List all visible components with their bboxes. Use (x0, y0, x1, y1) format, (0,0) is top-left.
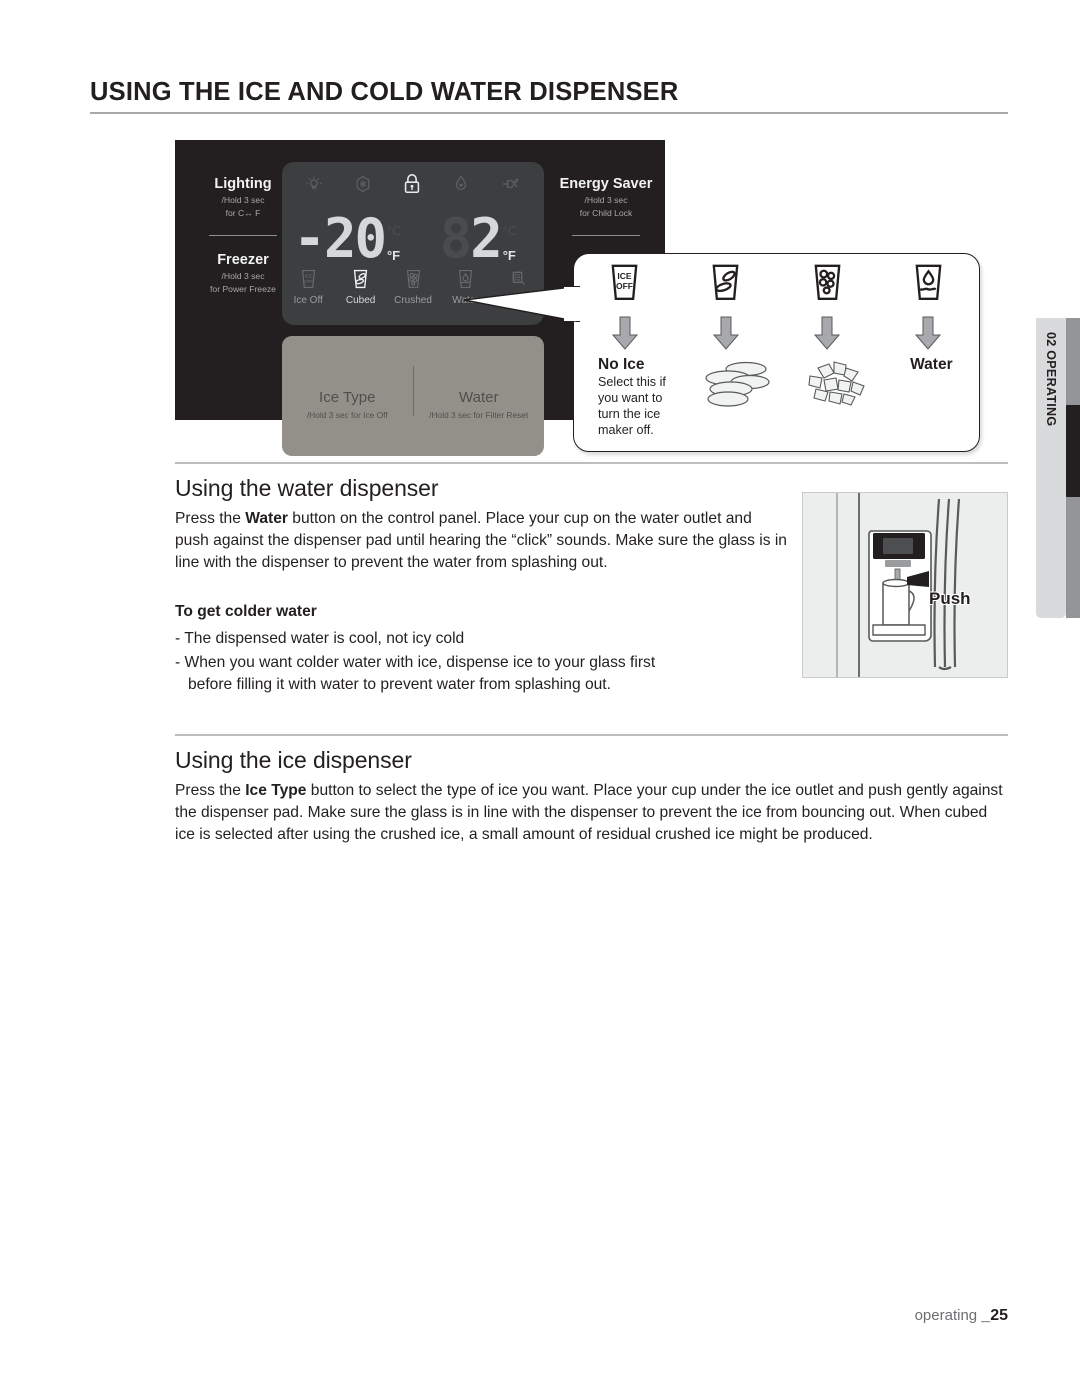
callout-result-crushed (789, 356, 884, 448)
energy-saver-sub-line2: for Child Lock (579, 208, 633, 219)
ice-type-callout: ICE OFF No Ice Select this if you want t… (573, 253, 980, 452)
energy-saver-label: Energy Saver (559, 176, 653, 192)
callout-col-water-icon (878, 262, 979, 314)
callout-arrow-row (574, 316, 979, 356)
arrow-down-icon (878, 316, 979, 356)
freezer-sub-line2: for Power Freeze (210, 283, 276, 294)
fridge-temperature: 8 2 °C °F (413, 202, 544, 270)
cubed-ice-icon (705, 361, 770, 407)
callout-col-cubed-icon (675, 262, 776, 314)
pad-water-sub: /Hold 3 sec for Filter Reset (429, 409, 529, 420)
svg-text:ICE: ICE (618, 271, 633, 281)
power-freeze-icon (353, 174, 373, 199)
water-result-title: Water (910, 356, 953, 373)
section-tab-label: 02 OPERATING (1044, 332, 1058, 427)
freezer-temperature: - 20 °C °F (282, 202, 413, 270)
lcd-button-cubed[interactable]: Cubed (334, 266, 386, 322)
callout-result-no-ice: No Ice Select this if you want to turn t… (574, 356, 693, 448)
callout-col-no-ice-icon: ICE OFF (574, 262, 675, 314)
lighting-icon (304, 174, 324, 199)
fridge-unit-fahrenheit: °F (502, 248, 516, 263)
title-divider (90, 112, 1008, 115)
freezer-temp-units: °C °F (387, 224, 402, 264)
fridge-temp-value: 2 (470, 206, 502, 270)
page-header: USING THE ICE AND COLD WATER DISPENSER (90, 78, 1008, 115)
water-bullet-1: - The dispensed water is cool, not icy c… (175, 630, 465, 647)
glass-ice-off-icon: ICE OFF (300, 266, 317, 292)
callout-result-cubed (693, 356, 788, 448)
no-ice-body: Select this if you want to turn the ice … (598, 374, 666, 438)
fridge-unit-celsius: °C (502, 223, 518, 238)
pad-ice-type[interactable]: Ice Type /Hold 3 sec for Ice Off (282, 336, 413, 456)
pad-ice-type-label: Ice Type (319, 389, 376, 407)
freezer-sub-line1: /Hold 3 sec (221, 271, 265, 282)
no-ice-title: No Ice (598, 356, 645, 373)
callout-col-crushed-icon (777, 262, 878, 314)
lighting-label: Lighting (214, 176, 272, 192)
callout-icon-row: ICE OFF (574, 262, 979, 314)
water-sub-heading: To get colder water (175, 603, 317, 620)
svg-text:ICE: ICE (304, 273, 312, 278)
dispenser-illustration: Push (802, 492, 1008, 678)
lighting-sub-line1: /Hold 3 sec (221, 195, 265, 206)
ice-section-heading: Using the ice dispenser (175, 747, 412, 773)
glass-crushed-icon (405, 266, 422, 292)
footer-word: operating (914, 1307, 982, 1324)
section-tab-bar-active (1066, 405, 1080, 497)
lcd-temperature-row: - 20 °C °F 8 2 °C °F (282, 202, 544, 270)
freezer-temp-sign: - (293, 206, 325, 270)
lcd-button-label-ice-off: Ice Off (293, 295, 323, 306)
crushed-ice-icon (808, 361, 865, 406)
panel-left-divider (209, 234, 277, 236)
panel-left-labels: Lighting /Hold 3 sec for C↔ F Freezer /H… (191, 176, 295, 295)
freezer-unit-fahrenheit: °F (386, 248, 401, 263)
dispenser-pad: Ice Type /Hold 3 sec for Ice Off Water /… (282, 336, 544, 456)
page-footer: operating _25 (0, 1307, 1008, 1325)
arrow-down-icon (675, 316, 776, 356)
arrow-down-icon (777, 316, 878, 356)
lcd-button-ice-off[interactable]: ICE OFF Ice Off (282, 266, 334, 322)
child-lock-icon (401, 172, 423, 201)
lighting-sub-line2: for C↔ F (225, 208, 261, 219)
panel-right-labels: Energy Saver /Hold 3 sec for Child Lock (550, 176, 662, 236)
energy-saver-icon (500, 174, 522, 199)
svg-text:OFF: OFF (616, 281, 633, 291)
lcd-button-label-cubed: Cubed (345, 295, 376, 306)
lcd-button-crushed[interactable]: Crushed (387, 266, 439, 322)
water-bullet-2: - When you want colder water with ice, d… (175, 654, 656, 671)
page-title: USING THE ICE AND COLD WATER DISPENSER (90, 78, 679, 106)
water-section-paragraph: Press the Water button on the control pa… (175, 510, 787, 572)
section-tab: 02 OPERATING (1036, 318, 1066, 618)
fridge-temp-ghost-digit: 8 (439, 206, 472, 270)
callout-pointer (464, 286, 580, 322)
arrow-down-icon (574, 316, 675, 356)
footer-page-number: _25 (981, 1307, 1008, 1324)
lcd-button-label-crushed: Crushed (394, 295, 432, 306)
glass-cubed-icon (352, 266, 369, 292)
pad-water-label: Water (459, 389, 499, 407)
ice-section-divider (175, 734, 1008, 736)
freezer-unit-celsius: °C (386, 223, 402, 238)
fridge-temp-units: °C °F (503, 224, 518, 264)
water-section-heading: Using the water dispenser (175, 475, 439, 501)
callout-result-row: No Ice Select this if you want to turn t… (574, 356, 979, 448)
pad-water[interactable]: Water /Hold 3 sec for Filter Reset (414, 336, 545, 456)
water-section-divider (175, 462, 1008, 464)
pad-ice-type-sub: /Hold 3 sec for Ice Off (306, 409, 388, 420)
power-cool-icon (451, 174, 471, 199)
ice-section-paragraph: Press the Ice Type button to select the … (175, 782, 1003, 844)
callout-result-water: Water (884, 356, 979, 448)
freezer-temp-value: 20 (323, 206, 387, 270)
push-label: Push (929, 589, 971, 608)
energy-saver-sub-line1: /Hold 3 sec (584, 195, 628, 206)
lcd-status-icon-row (282, 170, 544, 202)
svg-text:OFF: OFF (304, 279, 313, 284)
water-bullet-3: before filling it with water to prevent … (175, 676, 611, 693)
panel-right-divider (572, 234, 640, 236)
freezer-label: Freezer (217, 251, 269, 268)
